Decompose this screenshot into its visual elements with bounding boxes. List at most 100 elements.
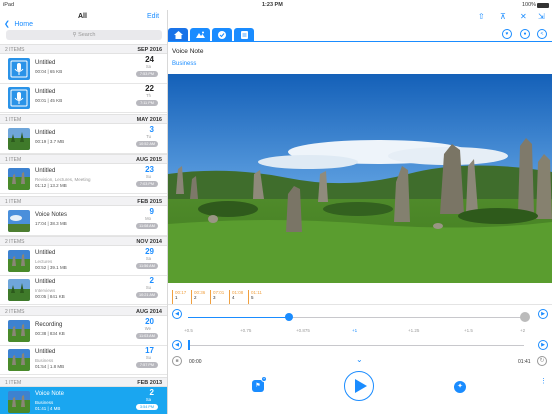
- progress-slider-track[interactable]: [188, 345, 524, 346]
- tab-notes[interactable]: [234, 28, 254, 41]
- tab-tasks[interactable]: [212, 28, 232, 41]
- elapsed-time: 00:00: [189, 359, 202, 365]
- recording-weekday: Su: [145, 174, 151, 179]
- section-header: 1 ITEM FEB 2013: [0, 377, 167, 387]
- recording-row[interactable]: Untitled 00:01 | 45 KB 22 Th 7:11 PM: [0, 83, 167, 113]
- recording-row[interactable]: Untitled 00:04 | 65 KB 24 Sa 7:53 PM: [0, 54, 167, 84]
- plus-badge-icon: +: [261, 376, 267, 382]
- recording-time: 7:57 PM: [136, 362, 158, 368]
- recording-title: Untitled: [35, 168, 56, 174]
- recording-weekday: Th: [146, 93, 151, 98]
- status-bar: iPad 1:23 PM 100%: [0, 0, 552, 10]
- recording-row[interactable]: Voice Notes 17:04 | 38.3 MB 9 Mo 11:08 AM: [0, 206, 167, 236]
- speed-label[interactable]: +0.5: [184, 328, 193, 333]
- marker-item[interactable]: 00:36 2: [191, 290, 209, 304]
- loop-icon[interactable]: ↻: [537, 356, 547, 366]
- note-title[interactable]: Voice Note: [172, 48, 203, 55]
- recording-day: 3: [149, 125, 154, 134]
- marker-item[interactable]: 01:08 4: [229, 290, 247, 304]
- recording-thumbnail: [8, 87, 30, 109]
- recording-meta: 01:12 | 13.2 MB: [35, 183, 67, 188]
- speed-label[interactable]: +2: [520, 328, 525, 333]
- magic-button[interactable]: ✦: [454, 381, 466, 393]
- recording-day: 9: [149, 207, 154, 216]
- recording-title: Untitled: [35, 279, 56, 285]
- speed-label[interactable]: +0.75: [240, 328, 251, 333]
- recording-title: Untitled: [35, 130, 56, 136]
- speed-up-icon[interactable]: ▶: [538, 309, 548, 319]
- recording-time: 11:03 AM: [136, 333, 158, 339]
- recording-title: Recording: [35, 322, 63, 328]
- skip-forward-icon[interactable]: ▶: [538, 340, 548, 350]
- section-count: 2 ITEMS: [5, 309, 25, 315]
- share-icon[interactable]: ⇧: [478, 12, 485, 21]
- section-count: 2 ITEMS: [5, 47, 25, 53]
- speed-slider-knob[interactable]: [284, 313, 293, 321]
- slow-down-icon[interactable]: ◀: [172, 309, 182, 319]
- recording-meta: 00:52 | 39.1 MB: [35, 265, 67, 270]
- marker-item[interactable]: 07:01 3: [210, 290, 228, 304]
- recording-title: Untitled: [35, 60, 56, 66]
- search-field[interactable]: ⚲ Search: [6, 30, 162, 40]
- share-nodes-icon[interactable]: <: [537, 29, 547, 39]
- home-icon: [173, 30, 183, 39]
- recording-tags: Business: [35, 400, 54, 405]
- skip-back-icon[interactable]: ◀: [172, 340, 182, 350]
- favorite-icon[interactable]: ♥: [502, 29, 512, 39]
- recording-weekday: We: [144, 326, 151, 331]
- chevron-down-icon[interactable]: ⌄: [356, 355, 363, 364]
- back-button[interactable]: ❮ Home: [4, 13, 33, 31]
- tab-home[interactable]: [168, 28, 188, 41]
- section-header: 2 ITEMS SEP 2016: [0, 44, 167, 54]
- recording-weekday: Sa: [145, 64, 151, 69]
- recording-meta: 17:04 | 38.3 MB: [35, 221, 67, 226]
- more-options-icon[interactable]: ⋮: [540, 378, 547, 385]
- landscape-icon: [195, 31, 205, 38]
- recording-title: Voice Notes: [35, 212, 68, 218]
- battery-icon: [537, 3, 549, 8]
- recording-row[interactable]: Recording 00:38 | 834 KB 20 We 11:03 AM: [0, 316, 167, 346]
- search-placeholder: Search: [78, 32, 96, 38]
- play-button[interactable]: [344, 371, 374, 401]
- marker-item[interactable]: 01:11 5: [248, 290, 266, 304]
- section-header: 1 ITEM MAY 2016: [0, 114, 167, 124]
- total-time: 01:41: [518, 359, 531, 365]
- recording-row[interactable]: Untitled Interviews 00:05 | 841 KB 2 Su 10:21…: [0, 275, 167, 305]
- cross-arrows-icon[interactable]: ✕: [520, 12, 527, 21]
- recording-day: 29: [145, 247, 154, 256]
- recording-thumbnail: [8, 279, 30, 301]
- edit-button[interactable]: Edit: [147, 13, 159, 20]
- recording-row[interactable]: Voice Note Business 01:41 | 4 MB 2 Sa 3:54 PM: [0, 387, 167, 414]
- recording-day: 20: [145, 317, 154, 326]
- recording-weekday: Tu: [146, 134, 151, 139]
- pin-icon[interactable]: ●: [520, 29, 530, 39]
- play-icon: [354, 379, 367, 393]
- recording-row[interactable]: Untitled Lectures 00:52 | 39.1 MB 29 Sa 11:56…: [0, 246, 167, 276]
- stop-icon[interactable]: ■: [172, 356, 182, 366]
- attached-photo[interactable]: [168, 74, 552, 283]
- device-label: iPad: [3, 2, 15, 8]
- collapse-icon[interactable]: ⊼: [500, 12, 506, 21]
- speed-label[interactable]: +1.5: [464, 328, 473, 333]
- tab-photos[interactable]: [190, 28, 210, 41]
- section-month: FEB 2015: [137, 199, 162, 205]
- speed-label[interactable]: +1: [352, 328, 357, 333]
- section-header: 1 ITEM AUG 2015: [0, 154, 167, 164]
- recording-weekday: Su: [145, 285, 151, 290]
- marker-item[interactable]: 00:17 1: [172, 290, 190, 304]
- progress-handle[interactable]: [188, 340, 190, 350]
- speed-max-knob[interactable]: [520, 312, 530, 322]
- marker-number: 2: [194, 295, 197, 300]
- shrink-icon[interactable]: ⇲: [538, 12, 545, 21]
- speed-label[interactable]: +1.25: [408, 328, 419, 333]
- section-month: FEB 2013: [137, 380, 162, 386]
- recording-row[interactable]: Untitled Revision, Lectures, Meeting 01:12…: [0, 164, 167, 194]
- recording-row[interactable]: Untitled Business 01:54 | 1.8 MB 17 Su 7:57 P…: [0, 345, 167, 375]
- recording-row[interactable]: Untitled 00:19 | 3.7 MB 3 Tu 10:52 AM: [0, 124, 167, 154]
- recording-meta: 01:54 | 1.8 MB: [35, 364, 65, 369]
- recording-thumbnail: [8, 168, 30, 190]
- note-tag[interactable]: Business: [172, 61, 196, 67]
- speed-label[interactable]: +0.875: [296, 328, 310, 333]
- recording-time: 11:08 AM: [136, 223, 158, 229]
- list-title: All: [78, 13, 87, 20]
